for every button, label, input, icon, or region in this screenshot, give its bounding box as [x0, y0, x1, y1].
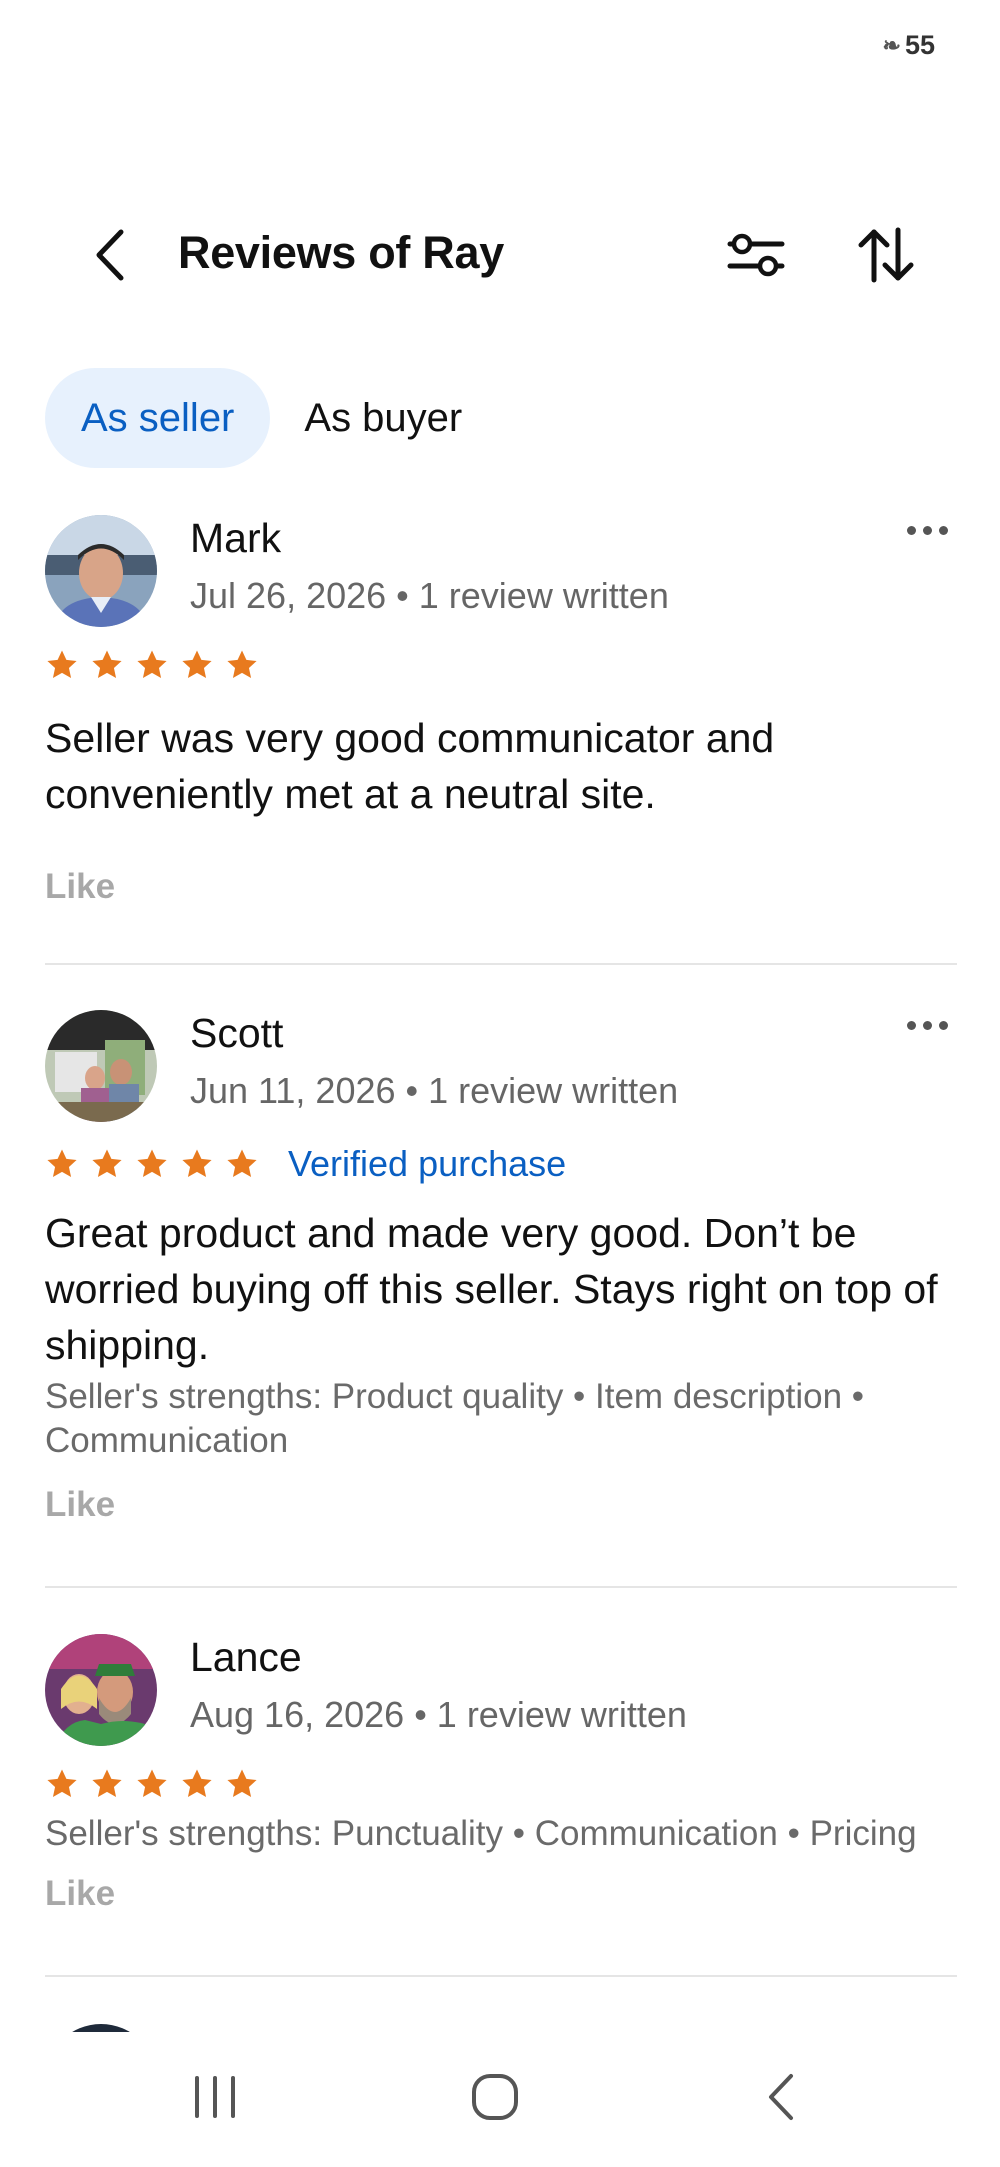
battery-saver-icon: ❧ [882, 32, 901, 58]
more-dot [922, 1020, 932, 1030]
filter-sliders-icon [727, 233, 785, 277]
more-options-icon [906, 1020, 916, 1030]
system-nav-bar [0, 2032, 1000, 2167]
tab-bar: As seller As buyer [45, 368, 484, 468]
star-icon [227, 1149, 257, 1178]
star-icon [227, 1769, 257, 1798]
recent-apps-icon [195, 2076, 235, 2118]
reviewer-name[interactable]: Lance [190, 1634, 302, 1681]
tab-as-seller[interactable]: As seller [45, 368, 271, 468]
filter-button[interactable] [720, 223, 792, 287]
back-arrow-icon [96, 229, 124, 281]
star-icon [92, 1769, 122, 1798]
like-button[interactable]: Like [45, 1874, 115, 1914]
star-icon [182, 1769, 212, 1798]
star-icon [47, 1149, 77, 1178]
review-text: Great product and made very good. Don’t … [45, 1210, 938, 1368]
star-icon [92, 1149, 122, 1178]
page-title: Reviews of Ray [178, 227, 504, 278]
seller-strengths: Seller's strengths: Punctuality • Commun… [45, 1814, 917, 1853]
more-dot [938, 1020, 948, 1030]
avatar [45, 2024, 157, 2032]
review-meta: Jun 11, 2026 • 1 review written [190, 1070, 679, 1111]
star-icon [182, 650, 212, 679]
star-rating: Verified purchase [45, 1143, 566, 1185]
star-rating [45, 1767, 259, 1801]
review-item: Scott Jun 11, 2026 • 1 review written Ve… [45, 1010, 957, 1540]
next-review-peek [45, 2024, 157, 2032]
review-item: Lance Aug 16, 2026 • 1 review written Se… [45, 1634, 957, 1934]
star-rating [45, 648, 259, 682]
review-meta: Aug 16, 2026 • 1 review written [190, 1694, 687, 1735]
star-icon [92, 650, 122, 679]
more-options-icon [906, 525, 916, 535]
review-meta: Jul 26, 2026 • 1 review written [190, 575, 669, 616]
sort-arrows-icon [858, 227, 914, 283]
avatar[interactable] [45, 515, 157, 627]
tab-as-buyer[interactable]: As buyer [282, 368, 484, 468]
review-text: Seller was very good communicator and co… [45, 715, 775, 817]
star-icon [47, 1769, 77, 1798]
battery-level: 55 [904, 30, 935, 60]
like-button[interactable]: Like [45, 1485, 115, 1525]
nav-back-icon [769, 2074, 793, 2120]
divider [45, 963, 957, 965]
avatar[interactable] [45, 1634, 157, 1746]
reviewer-name[interactable]: Scott [190, 1010, 283, 1057]
star-icon [137, 1769, 167, 1798]
status-bar: ❧ 55 [883, 30, 935, 61]
nav-back-button[interactable] [740, 2067, 820, 2127]
more-dot [938, 525, 948, 535]
divider [45, 1586, 957, 1588]
more-dot [922, 525, 932, 535]
more-options-button[interactable] [897, 515, 957, 545]
header: Reviews of Ray [0, 215, 1000, 295]
star-icon [137, 1149, 167, 1178]
more-options-button[interactable] [897, 1010, 957, 1040]
reviewer-name[interactable]: Mark [190, 515, 281, 562]
home-button[interactable] [455, 2067, 535, 2127]
star-icon [182, 1149, 212, 1178]
divider [45, 1975, 957, 1977]
seller-strengths: Seller's strengths: Product quality • It… [45, 1377, 865, 1460]
avatar[interactable] [45, 1010, 157, 1122]
back-button[interactable] [80, 225, 140, 285]
sort-button[interactable] [850, 221, 922, 289]
like-button[interactable]: Like [45, 867, 115, 907]
star-icon [47, 650, 77, 679]
home-icon [472, 2074, 518, 2120]
star-icon [227, 650, 257, 679]
star-icon [137, 650, 167, 679]
recent-apps-button[interactable] [175, 2067, 255, 2127]
verified-purchase-badge: Verified purchase [288, 1143, 567, 1184]
review-item: Mark Jul 26, 2026 • 1 review written Sel… [45, 515, 957, 915]
